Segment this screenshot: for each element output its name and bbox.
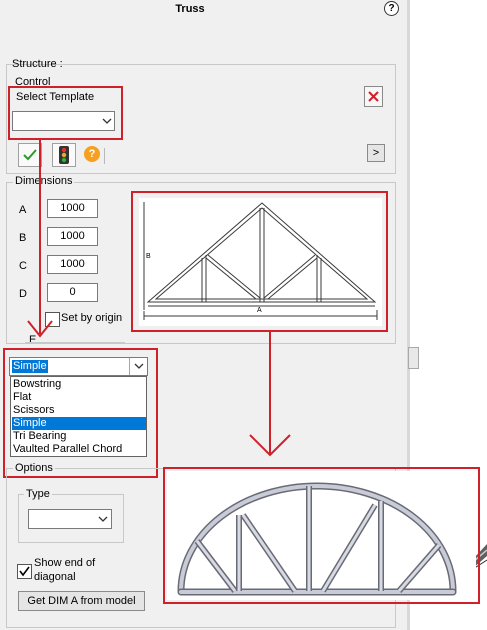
truss-type-select[interactable]: Simple	[9, 357, 148, 376]
template-select[interactable]	[12, 111, 115, 131]
chevron-down-icon	[98, 516, 108, 522]
get-dim-a-button[interactable]: Get DIM A from model	[18, 591, 145, 611]
chevron-down-icon	[134, 363, 144, 369]
bowstring-truss-preview	[167, 471, 476, 600]
type-label: Type	[24, 488, 52, 500]
truss-type-value: Simple	[12, 360, 48, 373]
options-heading: Options	[13, 462, 55, 474]
toolbar-divider	[104, 148, 105, 164]
splitter-handle[interactable]	[408, 347, 419, 369]
option-vaulted-parallel-chord[interactable]: Vaulted Parallel Chord	[12, 443, 146, 456]
truss-type-dropdown-button[interactable]	[129, 358, 148, 375]
close-icon	[368, 91, 379, 102]
help-icon[interactable]: ?	[384, 1, 399, 16]
traffic-light-icon	[59, 146, 69, 164]
annotation-arrow-preview	[249, 332, 291, 457]
truss-type-list: Bowstring Flat Scissors Simple Tri Beari…	[10, 376, 147, 457]
option-tri-bearing[interactable]: Tri Bearing	[12, 430, 146, 443]
next-button[interactable]: >	[367, 144, 385, 162]
close-button[interactable]	[364, 86, 383, 107]
chevron-down-icon	[102, 118, 112, 124]
annotation-arrow-down	[27, 138, 53, 338]
option-scissors[interactable]: Scissors	[12, 404, 146, 417]
type-select[interactable]	[28, 509, 112, 529]
bowstring-truss-diagram	[177, 482, 457, 596]
show-end-checkbox[interactable]	[17, 564, 32, 579]
structure-heading: Structure :	[12, 58, 63, 70]
option-bowstring[interactable]: Bowstring	[12, 378, 146, 391]
panel-title: Truss	[175, 3, 205, 15]
preview-label-b: B	[146, 253, 151, 260]
help-icon[interactable]: ?	[84, 146, 100, 162]
option-flat[interactable]: Flat	[12, 391, 146, 404]
preview-label-a: A	[257, 307, 262, 314]
checkmark-icon	[19, 566, 30, 577]
show-end-label-line1: Show end of	[34, 557, 96, 569]
show-end-label-line2: diagonal	[34, 571, 76, 583]
simple-truss-preview: B A	[139, 198, 382, 326]
select-template-label: Select Template	[16, 91, 95, 103]
set-by-origin-label: Set by origin	[61, 312, 123, 324]
option-simple[interactable]: Simple	[12, 417, 146, 430]
